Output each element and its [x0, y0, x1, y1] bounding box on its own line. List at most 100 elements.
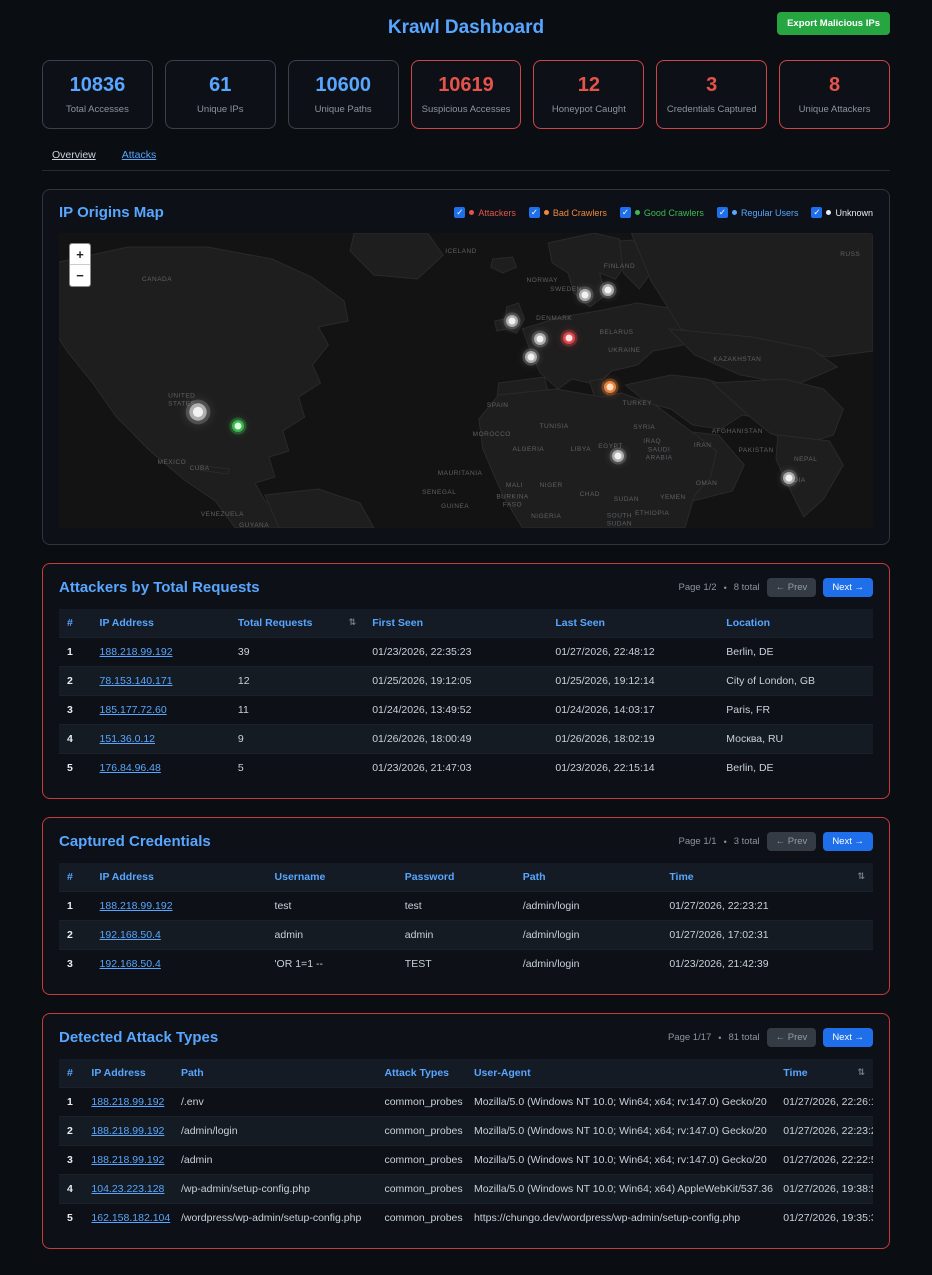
prev-page-button[interactable]: ← Prev: [767, 832, 817, 851]
column-header-first-seen[interactable]: First Seen: [364, 609, 547, 638]
cell-ip-address: 176.84.96.48: [92, 754, 230, 783]
column-header-[interactable]: #: [59, 609, 92, 638]
map-card-title: IP Origins Map: [59, 204, 164, 221]
map-marker-bad[interactable]: [606, 384, 613, 391]
stat-value: 12: [540, 74, 637, 97]
column-header-path[interactable]: Path: [173, 1059, 377, 1088]
ip-address-link[interactable]: 188.218.99.192: [100, 646, 173, 658]
column-header-last-seen[interactable]: Last Seen: [547, 609, 718, 638]
export-malicious-ips-button[interactable]: Export Malicious IPs: [777, 12, 890, 35]
legend-item-unknown[interactable]: ✓Unknown: [811, 207, 873, 218]
column-header-ip-address[interactable]: IP Address: [92, 609, 230, 638]
ip-origins-map-card: IP Origins Map ✓Attackers✓Bad Crawlers✓G…: [42, 189, 890, 545]
credentials-card-header: Captured Credentials Page 1/1 • 3 total …: [59, 832, 873, 851]
table-header-row: #IP AddressTotal Requests⇅First SeenLast…: [59, 609, 873, 638]
legend-checkbox[interactable]: ✓: [620, 207, 631, 218]
world-map[interactable]: + − CANADAICELANDNORWAYSWEDENFINLANDRUSS…: [59, 233, 873, 528]
sort-icon[interactable]: ⇅: [349, 617, 357, 628]
ip-address-link[interactable]: 188.218.99.192: [91, 1125, 164, 1137]
column-header-path[interactable]: Path: [515, 863, 662, 892]
ip-address-link[interactable]: 192.168.50.4: [100, 958, 161, 970]
legend-label: Bad Crawlers: [553, 208, 607, 218]
legend-checkbox[interactable]: ✓: [717, 207, 728, 218]
column-header-[interactable]: #: [59, 863, 92, 892]
cell-attack-types: common_probes: [376, 1204, 466, 1233]
total-count: 81 total: [728, 1032, 759, 1043]
legend-checkbox[interactable]: ✓: [529, 207, 540, 218]
map-marker-unknown[interactable]: [785, 475, 792, 482]
legend-color-dot: [469, 210, 474, 215]
cell-attack-types: common_probes: [376, 1117, 466, 1146]
credentials-table: #IP AddressUsernamePasswordPathTime⇅1188…: [59, 863, 873, 978]
legend-item-regular-users[interactable]: ✓Regular Users: [717, 207, 799, 218]
column-header-total-requests[interactable]: Total Requests⇅: [230, 609, 364, 638]
attackers-pagination: Page 1/2 • 8 total ← Prev Next →: [679, 578, 873, 597]
ip-address-link[interactable]: 162.158.182.104: [91, 1212, 170, 1224]
cell-time: 01/27/2026, 17:02:31: [661, 921, 873, 950]
sort-icon[interactable]: ⇅: [857, 871, 865, 882]
next-page-button[interactable]: Next →: [823, 1028, 873, 1047]
ip-address-link[interactable]: 188.218.99.192: [100, 900, 173, 912]
column-header-location[interactable]: Location: [718, 609, 873, 638]
map-marker-good[interactable]: [235, 423, 242, 430]
stat-card-suspicious-accesses: 10619Suspicious Accesses: [411, 60, 522, 129]
ip-address-link[interactable]: 78.153.140.171: [100, 675, 173, 687]
column-header-password[interactable]: Password: [397, 863, 515, 892]
table-row: 4104.23.223.128/wp-admin/setup-config.ph…: [59, 1175, 873, 1204]
ip-address-link[interactable]: 188.218.99.192: [91, 1154, 164, 1166]
prev-page-button[interactable]: ← Prev: [767, 1028, 817, 1047]
attackers-table: #IP AddressTotal Requests⇅First SeenLast…: [59, 609, 873, 782]
tab-attacks[interactable]: Attacks: [122, 149, 156, 161]
map-marker-unknown[interactable]: [528, 354, 535, 361]
column-header-[interactable]: #: [59, 1059, 83, 1088]
cell-total-requests: 12: [230, 667, 364, 696]
cell-location: City of London, GB: [718, 667, 873, 696]
ip-address-link[interactable]: 192.168.50.4: [100, 929, 161, 941]
sort-icon[interactable]: ⇅: [857, 1067, 865, 1078]
ip-address-link[interactable]: 185.177.72.60: [100, 704, 167, 716]
table-row: 4151.36.0.12901/26/2026, 18:00:4901/26/2…: [59, 725, 873, 754]
map-marker-unknown[interactable]: [604, 286, 611, 293]
legend-item-bad-crawlers[interactable]: ✓ Bad Crawlers: [529, 207, 607, 218]
credentials-pagination: Page 1/1 • 3 total ← Prev Next →: [679, 832, 873, 851]
column-header-username[interactable]: Username: [267, 863, 397, 892]
pagination-separator: •: [724, 837, 727, 847]
map-marker-unknown[interactable]: [581, 292, 588, 299]
column-header-ip-address[interactable]: IP Address: [83, 1059, 173, 1088]
cell-last-seen: 01/23/2026, 22:15:14: [547, 754, 718, 783]
zoom-in-button[interactable]: +: [70, 244, 90, 265]
table-row: 5162.158.182.104/wordpress/wp-admin/setu…: [59, 1204, 873, 1233]
legend-checkbox[interactable]: ✓: [811, 207, 822, 218]
tab-overview[interactable]: Overview: [52, 149, 96, 161]
table-row: 1188.218.99.1923901/23/2026, 22:35:2301/…: [59, 638, 873, 667]
column-header-user-agent[interactable]: User-Agent: [466, 1059, 775, 1088]
ip-address-link[interactable]: 188.218.99.192: [91, 1096, 164, 1108]
map-marker-unknown[interactable]: [614, 453, 621, 460]
table-header-row: #IP AddressUsernamePasswordPathTime⇅: [59, 863, 873, 892]
attack-types-card-header: Detected Attack Types Page 1/17 • 81 tot…: [59, 1028, 873, 1047]
ip-address-link[interactable]: 176.84.96.48: [100, 762, 161, 774]
column-header-attack-types[interactable]: Attack Types: [376, 1059, 466, 1088]
stat-label: Unique Paths: [295, 104, 392, 115]
page-indicator: Page 1/17: [668, 1032, 711, 1043]
ip-address-link[interactable]: 151.36.0.12: [100, 733, 155, 745]
top-bar: Krawl Dashboard Export Malicious IPs: [42, 10, 890, 46]
zoom-out-button[interactable]: −: [70, 265, 90, 286]
prev-page-button[interactable]: ← Prev: [767, 578, 817, 597]
cell-: 1: [59, 1088, 83, 1117]
legend-checkbox[interactable]: ✓: [454, 207, 465, 218]
legend-item-good-crawlers[interactable]: ✓Good Crawlers: [620, 207, 704, 218]
next-page-button[interactable]: Next →: [823, 832, 873, 851]
map-marker-unknown[interactable]: [508, 318, 515, 325]
map-marker-attacker[interactable]: [565, 335, 572, 342]
column-header-ip-address[interactable]: IP Address: [92, 863, 267, 892]
column-header-time[interactable]: Time⇅: [661, 863, 873, 892]
legend-item-attackers[interactable]: ✓Attackers: [454, 207, 516, 218]
column-header-time[interactable]: Time⇅: [775, 1059, 873, 1088]
map-marker-unknown[interactable]: [537, 336, 544, 343]
ip-address-link[interactable]: 104.23.223.128: [91, 1183, 164, 1195]
map-marker-unknown[interactable]: [193, 407, 203, 417]
next-page-button[interactable]: Next →: [823, 578, 873, 597]
cell-: 5: [59, 1204, 83, 1233]
cell-ip-address: 188.218.99.192: [83, 1146, 173, 1175]
